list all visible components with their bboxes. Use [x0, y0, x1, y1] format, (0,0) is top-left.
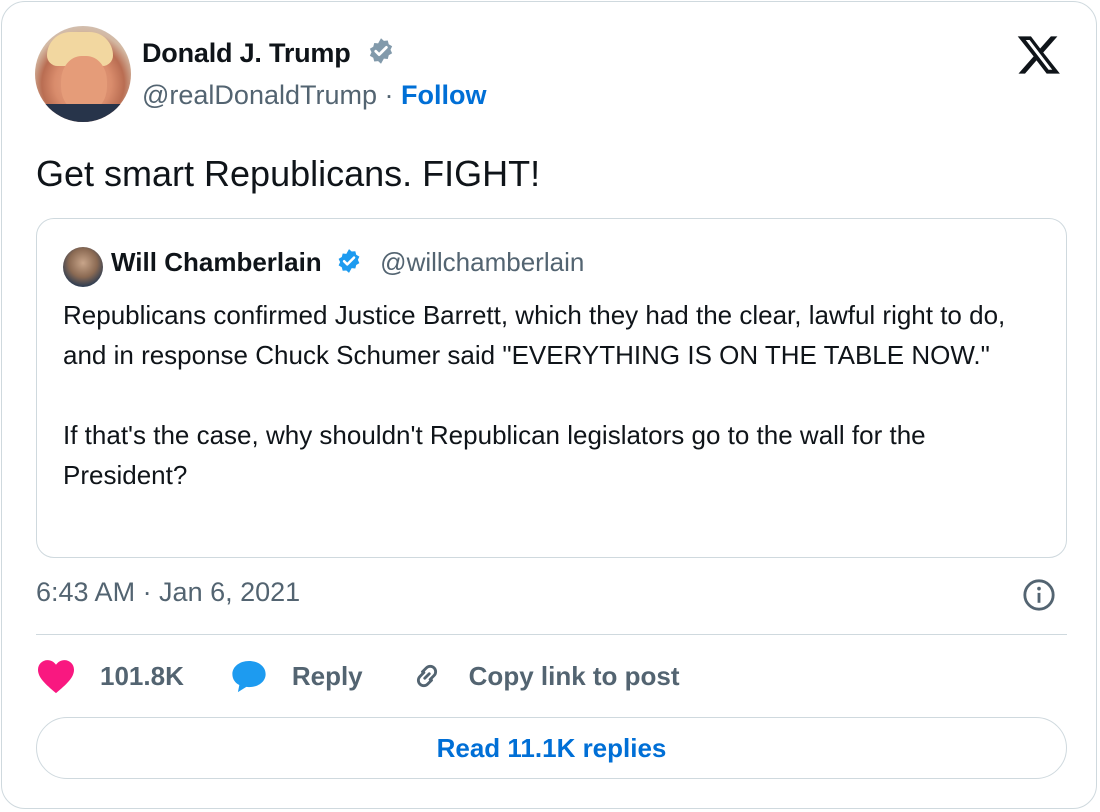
tweet-card: Donald J. Trump @realDonaldTrump · Follo… [1, 1, 1097, 809]
info-icon[interactable] [1022, 578, 1056, 612]
reply-label: Reply [291, 660, 363, 691]
read-replies-label: Read 11.1K replies [436, 732, 667, 763]
author-handle[interactable]: @realDonaldTrump [142, 80, 377, 110]
quoted-tweet-text: Republicans confirmed Justice Barrett, w… [63, 300, 1006, 490]
author-name-row[interactable]: Donald J. Trump [142, 36, 396, 73]
link-icon [416, 664, 437, 688]
author-handle-row: @realDonaldTrump · Follow [142, 80, 486, 111]
quoted-tweet[interactable]: Will Chamberlain @willchamberlain Republ… [36, 218, 1067, 558]
copy-link-label: Copy link to post [468, 660, 680, 691]
like-count: 101.8K [100, 660, 184, 691]
author-name[interactable]: Donald J. Trump [142, 38, 351, 68]
tweet-timestamp[interactable]: 6:43 AM · Jan 6, 2021 [36, 577, 300, 608]
quoted-author-avatar[interactable] [63, 247, 103, 287]
read-replies-button[interactable]: Read 11.1K replies [36, 717, 1067, 779]
copy-link-button[interactable]: Copy link to post [409, 658, 680, 694]
author-avatar[interactable] [35, 26, 131, 122]
heart-icon [38, 660, 74, 694]
follow-button[interactable]: Follow [401, 80, 486, 110]
quoted-author-name: Will Chamberlain [111, 247, 322, 277]
action-bar: 101.8K Reply Copy link to post [36, 654, 726, 698]
quoted-author-row: Will Chamberlain @willchamberlain [111, 247, 584, 282]
tweet-text: Get smart Republicans. FIGHT! [36, 153, 541, 194]
verified-blue-icon [335, 247, 363, 282]
verified-gray-icon [366, 36, 396, 73]
quoted-author-handle: @willchamberlain [380, 247, 585, 277]
handle-separator: · [377, 80, 401, 110]
divider [36, 634, 1067, 635]
x-logo-icon[interactable] [1016, 32, 1062, 78]
avatar-suit [35, 104, 131, 122]
reply-bubble-icon [232, 660, 266, 693]
reply-button[interactable]: Reply [230, 658, 363, 694]
like-button[interactable]: 101.8K [36, 658, 184, 694]
